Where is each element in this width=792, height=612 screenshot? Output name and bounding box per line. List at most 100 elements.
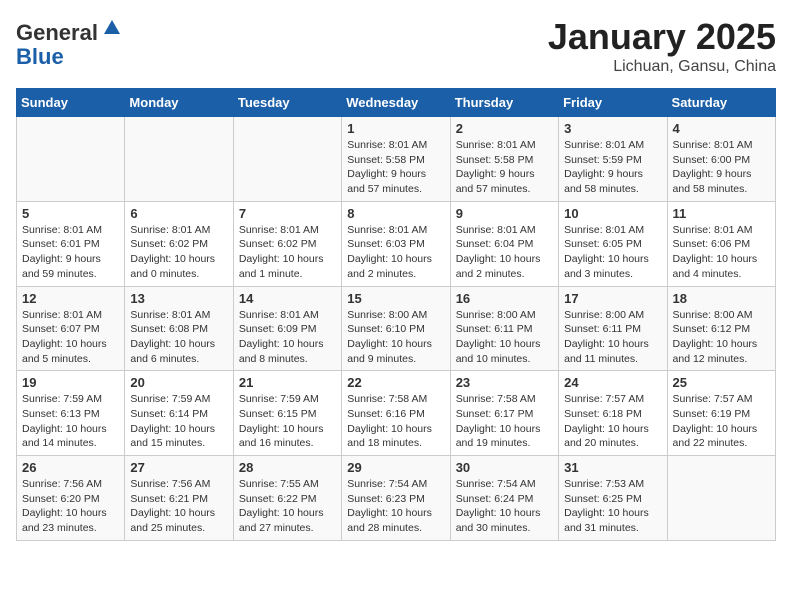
calendar-cell: 28Sunrise: 7:55 AMSunset: 6:22 PMDayligh… <box>233 456 341 541</box>
calendar-cell: 22 Sunrise: 7:58 AMSunset: 6:16 PMDayligh… <box>342 371 450 456</box>
day-info: Sunrise: 7:56 AMSunset: 6:21 PMDaylight:… <box>130 477 227 536</box>
calendar-cell: 14 Sunrise: 8:01 AMSunset: 6:09 PMDayligh… <box>233 286 341 371</box>
page-header: General Blue January 2025 Lichuan, Gansu… <box>16 16 776 76</box>
calendar-week-row: 5Sunrise: 8:01 AMSunset: 6:01 PMDaylight… <box>17 201 776 286</box>
day-number: 21 <box>239 375 336 390</box>
calendar-cell: 23 Sunrise: 7:58 AMSunset: 6:17 PMDayligh… <box>450 371 558 456</box>
day-info: Sunrise: 7:54 AMSunset: 6:24 PMDaylight:… <box>456 477 553 536</box>
day-number: 31 <box>564 460 661 475</box>
day-info: Sunrise: 8:00 AMSunset: 6:11 PMDaylight:… <box>456 308 553 367</box>
calendar-cell: 29 Sunrise: 7:54 AMSunset: 6:23 PMDayligh… <box>342 456 450 541</box>
title-block: January 2025 Lichuan, Gansu, China <box>548 16 776 76</box>
day-info: Sunrise: 8:00 AMSunset: 6:12 PMDaylight:… <box>673 308 770 367</box>
day-number: 25 <box>673 375 770 390</box>
day-info: Sunrise: 7:57 AMSunset: 6:19 PMDaylight:… <box>673 392 770 451</box>
calendar-table: SundayMondayTuesdayWednesdayThursdayFrid… <box>16 88 776 541</box>
day-info: Sunrise: 8:01 AMSunset: 6:05 PMDaylight:… <box>564 223 661 282</box>
calendar-cell: 24 Sunrise: 7:57 AMSunset: 6:18 PMDayligh… <box>559 371 667 456</box>
calendar-cell: 27 Sunrise: 7:56 AMSunset: 6:21 PMDayligh… <box>125 456 233 541</box>
day-number: 15 <box>347 291 444 306</box>
calendar-cell: 18 Sunrise: 8:00 AMSunset: 6:12 PMDayligh… <box>667 286 775 371</box>
day-info: Sunrise: 8:01 AMSunset: 6:02 PMDaylight:… <box>239 223 336 282</box>
day-number: 13 <box>130 291 227 306</box>
day-info: Sunrise: 8:00 AMSunset: 6:11 PMDaylight:… <box>564 308 661 367</box>
day-info: Sunrise: 8:01 AMSunset: 6:02 PMDaylight:… <box>130 223 227 282</box>
day-info: Sunrise: 7:54 AMSunset: 6:23 PMDaylight:… <box>347 477 444 536</box>
calendar-week-row: 26Sunrise: 7:56 AMSunset: 6:20 PMDayligh… <box>17 456 776 541</box>
day-number: 1 <box>347 121 444 136</box>
calendar-cell <box>667 456 775 541</box>
day-number: 22 <box>347 375 444 390</box>
day-info: Sunrise: 8:01 AMSunset: 6:07 PMDaylight:… <box>22 308 119 367</box>
day-number: 26 <box>22 460 119 475</box>
day-number: 17 <box>564 291 661 306</box>
month-title: January 2025 <box>548 16 776 58</box>
calendar-cell: 15 Sunrise: 8:00 AMSunset: 6:10 PMDayligh… <box>342 286 450 371</box>
calendar-cell: 5Sunrise: 8:01 AMSunset: 6:01 PMDaylight… <box>17 201 125 286</box>
logo-icon <box>100 16 124 40</box>
day-number: 9 <box>456 206 553 221</box>
day-info: Sunrise: 8:01 AMSunset: 6:04 PMDaylight:… <box>456 223 553 282</box>
day-number: 8 <box>347 206 444 221</box>
day-info: Sunrise: 7:59 AMSunset: 6:15 PMDaylight:… <box>239 392 336 451</box>
weekday-header: Friday <box>559 89 667 117</box>
day-info: Sunrise: 8:01 AMSunset: 6:00 PMDaylight:… <box>673 138 770 197</box>
logo-general: General <box>16 20 98 45</box>
day-number: 18 <box>673 291 770 306</box>
day-info: Sunrise: 8:01 AMSunset: 5:59 PMDaylight:… <box>564 138 661 197</box>
calendar-week-row: 1 Sunrise: 8:01 AMSunset: 5:58 PMDaylight… <box>17 117 776 202</box>
day-number: 3 <box>564 121 661 136</box>
day-number: 14 <box>239 291 336 306</box>
day-info: Sunrise: 7:58 AMSunset: 6:17 PMDaylight:… <box>456 392 553 451</box>
calendar-cell: 2 Sunrise: 8:01 AMSunset: 5:58 PMDaylight… <box>450 117 558 202</box>
calendar-cell: 1 Sunrise: 8:01 AMSunset: 5:58 PMDaylight… <box>342 117 450 202</box>
calendar-cell: 7Sunrise: 8:01 AMSunset: 6:02 PMDaylight… <box>233 201 341 286</box>
day-info: Sunrise: 7:59 AMSunset: 6:14 PMDaylight:… <box>130 392 227 451</box>
logo: General Blue <box>16 16 124 69</box>
day-number: 23 <box>456 375 553 390</box>
calendar-cell: 25 Sunrise: 7:57 AMSunset: 6:19 PMDayligh… <box>667 371 775 456</box>
calendar-cell: 31 Sunrise: 7:53 AMSunset: 6:25 PMDayligh… <box>559 456 667 541</box>
day-info: Sunrise: 8:00 AMSunset: 6:10 PMDaylight:… <box>347 308 444 367</box>
day-number: 6 <box>130 206 227 221</box>
day-number: 20 <box>130 375 227 390</box>
calendar-week-row: 19 Sunrise: 7:59 AMSunset: 6:13 PMDayligh… <box>17 371 776 456</box>
day-number: 4 <box>673 121 770 136</box>
day-info: Sunrise: 8:01 AMSunset: 5:58 PMDaylight:… <box>347 138 444 197</box>
weekday-header: Sunday <box>17 89 125 117</box>
weekday-header: Monday <box>125 89 233 117</box>
calendar-cell: 3 Sunrise: 8:01 AMSunset: 5:59 PMDaylight… <box>559 117 667 202</box>
calendar-cell: 4 Sunrise: 8:01 AMSunset: 6:00 PMDaylight… <box>667 117 775 202</box>
day-info: Sunrise: 8:01 AMSunset: 6:06 PMDaylight:… <box>673 223 770 282</box>
weekday-header: Wednesday <box>342 89 450 117</box>
calendar-cell: 12 Sunrise: 8:01 AMSunset: 6:07 PMDayligh… <box>17 286 125 371</box>
day-number: 24 <box>564 375 661 390</box>
calendar-cell: 6 Sunrise: 8:01 AMSunset: 6:02 PMDaylight… <box>125 201 233 286</box>
day-number: 19 <box>22 375 119 390</box>
day-number: 12 <box>22 291 119 306</box>
calendar-cell: 20 Sunrise: 7:59 AMSunset: 6:14 PMDayligh… <box>125 371 233 456</box>
day-number: 5 <box>22 206 119 221</box>
day-info: Sunrise: 8:01 AMSunset: 5:58 PMDaylight:… <box>456 138 553 197</box>
calendar-cell: 8 Sunrise: 8:01 AMSunset: 6:03 PMDaylight… <box>342 201 450 286</box>
calendar-cell: 30Sunrise: 7:54 AMSunset: 6:24 PMDayligh… <box>450 456 558 541</box>
logo-text: General Blue <box>16 16 124 69</box>
day-info: Sunrise: 8:01 AMSunset: 6:09 PMDaylight:… <box>239 308 336 367</box>
day-info: Sunrise: 7:58 AMSunset: 6:16 PMDaylight:… <box>347 392 444 451</box>
calendar-cell: 16 Sunrise: 8:00 AMSunset: 6:11 PMDayligh… <box>450 286 558 371</box>
calendar-cell: 21 Sunrise: 7:59 AMSunset: 6:15 PMDayligh… <box>233 371 341 456</box>
day-info: Sunrise: 7:53 AMSunset: 6:25 PMDaylight:… <box>564 477 661 536</box>
day-number: 29 <box>347 460 444 475</box>
weekday-header: Saturday <box>667 89 775 117</box>
calendar-cell <box>233 117 341 202</box>
calendar-cell <box>125 117 233 202</box>
day-info: Sunrise: 7:59 AMSunset: 6:13 PMDaylight:… <box>22 392 119 451</box>
calendar-cell: 10Sunrise: 8:01 AMSunset: 6:05 PMDayligh… <box>559 201 667 286</box>
day-number: 27 <box>130 460 227 475</box>
day-info: Sunrise: 8:01 AMSunset: 6:03 PMDaylight:… <box>347 223 444 282</box>
logo-blue: Blue <box>16 44 64 69</box>
calendar-week-row: 12 Sunrise: 8:01 AMSunset: 6:07 PMDayligh… <box>17 286 776 371</box>
day-info: Sunrise: 7:57 AMSunset: 6:18 PMDaylight:… <box>564 392 661 451</box>
day-number: 2 <box>456 121 553 136</box>
day-number: 16 <box>456 291 553 306</box>
